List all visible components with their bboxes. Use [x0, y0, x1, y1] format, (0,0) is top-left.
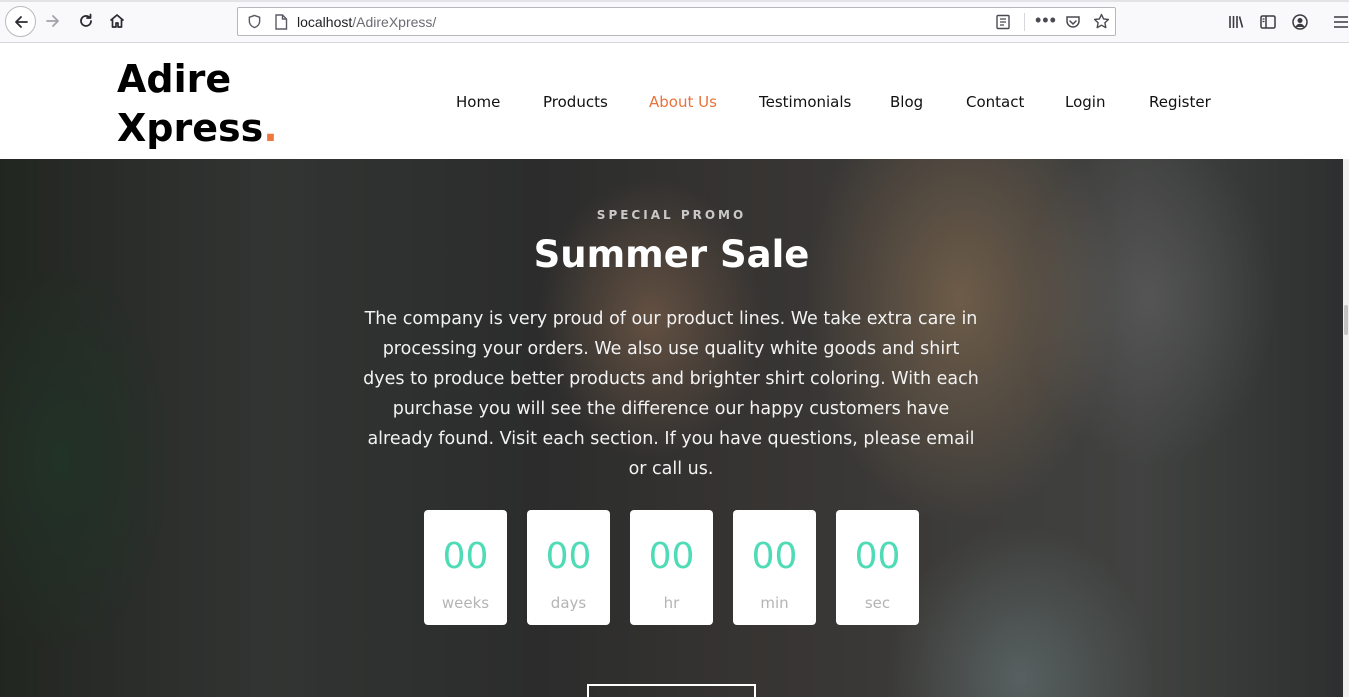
nav-contact[interactable]: Contact [966, 93, 1024, 111]
site-header: Adire Xpress. Home Products About Us Tes… [0, 43, 1349, 159]
countdown-hours: 00 hr [630, 510, 713, 625]
countdown-value: 00 [442, 536, 489, 577]
hamburger-menu-icon[interactable] [1332, 13, 1349, 31]
countdown-label: hr [663, 594, 680, 612]
countdown-label: weeks [441, 594, 490, 612]
url-path: /AdireXpress/ [352, 14, 437, 30]
countdown-value: 00 [854, 536, 901, 577]
countdown-weeks: 00 weeks [424, 510, 507, 625]
library-icon[interactable] [1227, 13, 1245, 31]
arrow-right-icon [46, 15, 59, 27]
promo-description: The company is very proud of our product… [363, 309, 979, 479]
logo-dot: . [263, 106, 278, 150]
logo-line-1: Adire [117, 57, 232, 101]
nav-testimonials[interactable]: Testimonials [759, 93, 851, 111]
reader-view-icon[interactable] [995, 14, 1011, 30]
page-scrollbar[interactable] [1343, 159, 1349, 697]
browser-toolbar: localhost/AdireXpress/ ••• [0, 0, 1349, 43]
url-bar[interactable]: localhost/AdireXpress/ ••• [237, 7, 1116, 36]
nav-register[interactable]: Register [1149, 93, 1211, 111]
home-icon [109, 14, 125, 28]
countdown-minutes: 00 min [733, 510, 816, 625]
countdown-label: sec [864, 594, 891, 612]
back-button[interactable] [5, 6, 36, 37]
pocket-icon[interactable] [1065, 14, 1081, 30]
logo-line-2: Xpress. [117, 104, 278, 153]
bookmark-star-icon[interactable] [1093, 13, 1110, 30]
sidebar-icon[interactable] [1259, 13, 1277, 31]
scrollbar-thumb[interactable] [1344, 305, 1348, 335]
shield-icon[interactable] [247, 14, 262, 29]
countdown-value: 00 [648, 536, 695, 577]
countdown-value: 00 [751, 536, 798, 577]
reload-icon [80, 13, 92, 27]
countdown-days: 00 days [527, 510, 610, 625]
promo-eyebrow: SPECIAL PROMO [596, 208, 747, 222]
home-button[interactable] [104, 8, 130, 34]
tab-strip-edge [0, 0, 1349, 2]
nav-home[interactable]: Home [456, 93, 500, 111]
reload-button[interactable] [73, 8, 99, 34]
nav-products[interactable]: Products [543, 93, 608, 111]
countdown-label: min [760, 594, 789, 612]
countdown-value: 00 [545, 536, 592, 577]
url-text[interactable]: localhost/AdireXpress/ [297, 14, 436, 30]
countdown-seconds: 00 sec [836, 510, 919, 625]
nav-about-us[interactable]: About Us [649, 93, 717, 111]
nav-login[interactable]: Login [1065, 93, 1105, 111]
countdown-label: days [550, 594, 587, 612]
arrow-left-icon [14, 15, 28, 28]
account-icon[interactable] [1291, 13, 1309, 31]
nav-blog[interactable]: Blog [890, 93, 923, 111]
logo-line-2-text: Xpress [117, 106, 264, 150]
site-logo[interactable]: Adire Xpress. [117, 55, 278, 153]
url-bar-separator [1024, 13, 1025, 31]
forward-button[interactable] [40, 8, 66, 34]
promo-title: Summer Sale [533, 233, 810, 276]
promo-cta-button[interactable] [587, 684, 756, 697]
page-actions-icon[interactable]: ••• [1035, 10, 1057, 31]
page-info-icon[interactable] [274, 14, 288, 30]
promo-hero: SPECIAL PROMO Summer Sale The company is… [0, 159, 1343, 697]
url-host: localhost [297, 14, 353, 30]
